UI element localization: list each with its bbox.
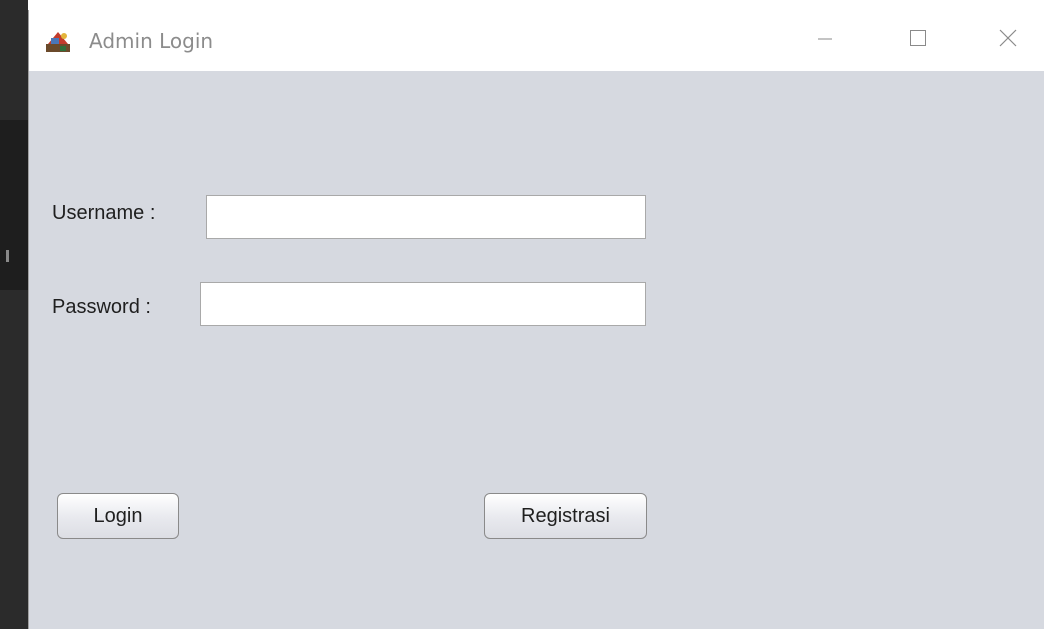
login-button[interactable]: Login [57,493,179,539]
title-bar[interactable]: Admin Login [29,10,1044,71]
password-label: Password : [52,296,151,318]
minimize-icon [817,30,833,51]
register-button[interactable]: Registrasi [484,493,647,539]
password-field[interactable] [200,282,646,326]
screen: Admin Login Username: Password: Login … [0,0,1044,629]
minimize-button[interactable] [802,10,848,71]
close-icon [999,29,1017,52]
close-button[interactable] [985,10,1031,71]
desktop-background [0,0,28,629]
login-form: Username : Password : Login Registrasi [29,71,1044,629]
java-cup-icon [45,29,71,53]
admin-login-window: Admin Login Username: Password: Login … [28,10,1044,629]
window-title: Admin Login [89,29,214,53]
maximize-button[interactable] [895,10,941,71]
desktop-panel [0,120,28,290]
desktop-marker [6,250,9,262]
username-field[interactable] [206,195,646,239]
username-label: Username : [52,202,156,224]
maximize-icon [909,29,927,52]
